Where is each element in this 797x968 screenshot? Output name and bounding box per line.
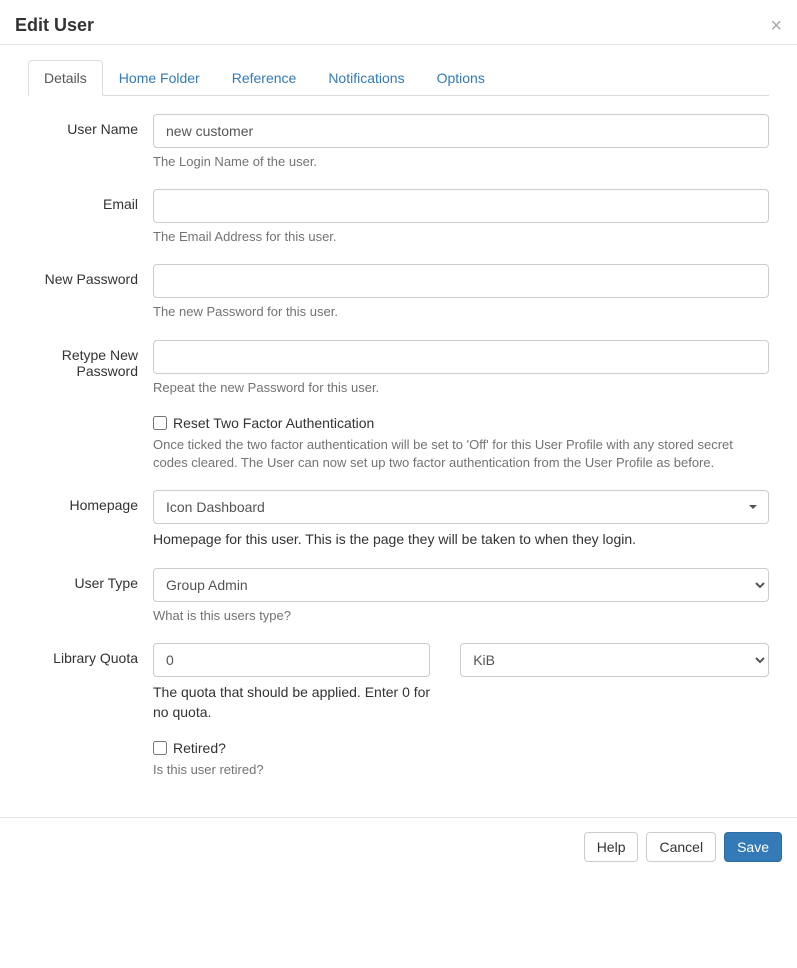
label-homepage: Homepage xyxy=(28,490,153,550)
cancel-button[interactable]: Cancel xyxy=(646,832,716,862)
row-user-type: User Type Group Admin What is this users… xyxy=(28,568,769,625)
close-icon[interactable]: × xyxy=(770,16,782,36)
tab-details[interactable]: Details xyxy=(28,60,103,96)
row-homepage: Homepage Homepage for this user. This is… xyxy=(28,490,769,550)
help-user-type: What is this users type? xyxy=(153,607,769,625)
label-new-password: New Password xyxy=(28,264,153,321)
input-new-password[interactable] xyxy=(153,264,769,298)
help-retype-password: Repeat the new Password for this user. xyxy=(153,379,769,397)
row-retype-password: Retype New Password Repeat the new Passw… xyxy=(28,340,769,397)
help-button[interactable]: Help xyxy=(584,832,639,862)
checkbox-retired[interactable] xyxy=(153,741,167,755)
label-library-quota: Library Quota xyxy=(28,643,153,722)
select-quota-unit[interactable]: KiB xyxy=(460,643,769,677)
tab-notifications[interactable]: Notifications xyxy=(312,60,420,96)
label-user-type: User Type xyxy=(28,568,153,625)
input-username[interactable] xyxy=(153,114,769,148)
label-retype-password: Retype New Password xyxy=(28,340,153,397)
row-library-quota: Library Quota The quota that should be a… xyxy=(28,643,769,722)
tab-options[interactable]: Options xyxy=(421,60,501,96)
modal-body: Details Home Folder Reference Notificati… xyxy=(0,45,797,817)
row-reset-2fa: Reset Two Factor Authentication Once tic… xyxy=(28,415,769,472)
help-library-quota: The quota that should be applied. Enter … xyxy=(153,683,430,722)
tab-home-folder[interactable]: Home Folder xyxy=(103,60,216,96)
input-library-quota[interactable] xyxy=(153,643,430,677)
modal-header: Edit User × xyxy=(0,0,797,45)
tab-reference[interactable]: Reference xyxy=(216,60,313,96)
tab-list: Details Home Folder Reference Notificati… xyxy=(28,60,769,96)
input-retype-password[interactable] xyxy=(153,340,769,374)
help-retired: Is this user retired? xyxy=(153,761,769,779)
label-retired[interactable]: Retired? xyxy=(173,740,226,756)
help-new-password: The new Password for this user. xyxy=(153,303,769,321)
modal-title: Edit User xyxy=(15,15,94,36)
input-email[interactable] xyxy=(153,189,769,223)
row-username: User Name The Login Name of the user. xyxy=(28,114,769,171)
modal-footer: Help Cancel Save xyxy=(0,817,797,876)
select-homepage[interactable] xyxy=(153,490,769,524)
help-username: The Login Name of the user. xyxy=(153,153,769,171)
label-username: User Name xyxy=(28,114,153,171)
row-retired: Retired? Is this user retired? xyxy=(28,740,769,779)
select-user-type[interactable]: Group Admin xyxy=(153,568,769,602)
help-homepage: Homepage for this user. This is the page… xyxy=(153,530,769,550)
row-email: Email The Email Address for this user. xyxy=(28,189,769,246)
row-new-password: New Password The new Password for this u… xyxy=(28,264,769,321)
label-email: Email xyxy=(28,189,153,246)
help-reset-2fa: Once ticked the two factor authenticatio… xyxy=(153,436,769,472)
checkbox-reset-2fa[interactable] xyxy=(153,416,167,430)
label-reset-2fa[interactable]: Reset Two Factor Authentication xyxy=(173,415,374,431)
save-button[interactable]: Save xyxy=(724,832,782,862)
help-email: The Email Address for this user. xyxy=(153,228,769,246)
